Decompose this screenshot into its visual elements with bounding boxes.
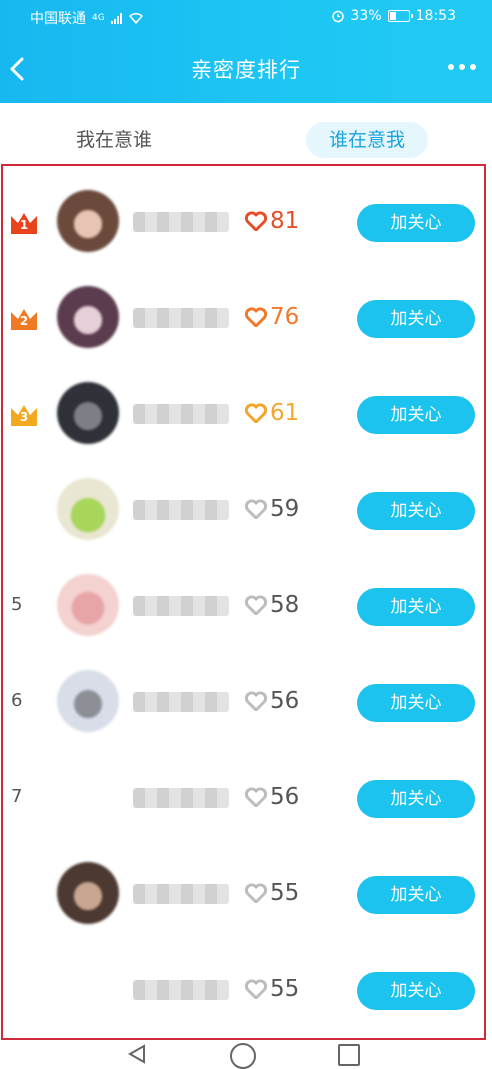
alarm-icon xyxy=(331,10,344,23)
avatar[interactable] xyxy=(57,958,119,1020)
avatar[interactable] xyxy=(57,382,119,444)
heart-icon xyxy=(245,691,267,711)
intimacy-score: 58 xyxy=(245,590,299,620)
signal-icon xyxy=(110,12,122,24)
heart-icon xyxy=(245,307,267,327)
score-value: 81 xyxy=(270,208,300,234)
blurred-nickname xyxy=(133,788,229,808)
heart-icon xyxy=(245,211,267,231)
list-item: 2 76 加关心 xyxy=(3,272,485,368)
more-button[interactable] xyxy=(442,52,482,82)
rank-number: 2 xyxy=(19,314,29,328)
heart-icon xyxy=(245,883,267,903)
blurred-nickname xyxy=(133,884,229,904)
tab-who-cares-me[interactable]: 谁在意我 xyxy=(306,122,428,158)
blurred-nickname xyxy=(133,212,229,232)
avatar[interactable] xyxy=(57,286,119,348)
score-value: 56 xyxy=(270,784,300,810)
list-item: 55 加关心 xyxy=(3,944,485,1040)
score-value: 55 xyxy=(270,976,300,1002)
intimacy-score: 56 xyxy=(245,782,299,812)
header: 亲密度排行 xyxy=(0,34,492,103)
score-value: 58 xyxy=(270,592,300,618)
status-right: 33% 18:53 xyxy=(331,8,456,24)
score-value: 55 xyxy=(270,880,300,906)
avatar[interactable] xyxy=(57,478,119,540)
intimacy-list: 1 81 加关心 2 76 加关心 3 61 加关心 59 加关心 5 58 加关心 6 56 加关心 7 56 加关… xyxy=(3,176,485,1040)
blurred-nickname xyxy=(133,308,229,328)
list-item: 3 61 加关心 xyxy=(3,368,485,464)
avatar[interactable] xyxy=(57,862,119,924)
avatar[interactable] xyxy=(57,574,119,636)
avatar[interactable] xyxy=(57,670,119,732)
list-item: 55 加关心 xyxy=(3,848,485,944)
add-care-button[interactable]: 加关心 xyxy=(357,972,475,1010)
rank-crown-icon: 3 xyxy=(9,402,39,428)
add-care-button[interactable]: 加关心 xyxy=(357,396,475,434)
blurred-nickname xyxy=(133,596,229,616)
intimacy-score: 56 xyxy=(245,686,299,716)
score-value: 76 xyxy=(270,304,300,330)
network-label: 4G xyxy=(92,13,105,23)
add-care-button[interactable]: 加关心 xyxy=(357,684,475,722)
list-item: 59 加关心 xyxy=(3,464,485,560)
battery-icon xyxy=(387,10,413,22)
list-item: 6 56 加关心 xyxy=(3,656,485,752)
intimacy-score: 59 xyxy=(245,494,299,524)
blurred-nickname xyxy=(133,692,229,712)
nav-back-icon[interactable] xyxy=(126,1044,148,1064)
more-dots-icon xyxy=(448,64,454,70)
blurred-nickname xyxy=(133,404,229,424)
blurred-nickname xyxy=(133,980,229,1000)
clock: 18:53 xyxy=(415,8,456,24)
rank-crown-icon: 2 xyxy=(9,306,39,332)
status-bar: 中国联通 4G 33% 18:53 xyxy=(0,0,492,34)
add-care-button[interactable]: 加关心 xyxy=(357,876,475,914)
intimacy-score: 61 xyxy=(245,398,299,428)
rank-number xyxy=(11,498,43,522)
intimacy-score: 55 xyxy=(245,878,299,908)
page-title: 亲密度排行 xyxy=(191,58,301,82)
score-value: 61 xyxy=(270,400,300,426)
score-value: 59 xyxy=(270,496,300,522)
list-item: 1 81 加关心 xyxy=(3,176,485,272)
system-nav-bar xyxy=(0,1040,492,1069)
blurred-nickname xyxy=(133,500,229,520)
heart-icon xyxy=(245,499,267,519)
intimacy-score: 76 xyxy=(245,302,299,332)
tab-bar: 我在意谁 谁在意我 xyxy=(0,118,492,162)
wifi-icon xyxy=(128,12,143,24)
rank-number: 6 xyxy=(11,690,23,711)
tab-who-i-care[interactable]: 我在意谁 xyxy=(76,122,152,158)
heart-icon xyxy=(245,595,267,615)
heart-icon xyxy=(245,403,267,423)
battery-percent: 33% xyxy=(350,8,382,24)
list-item: 7 56 加关心 xyxy=(3,752,485,848)
add-care-button[interactable]: 加关心 xyxy=(357,204,475,242)
rank-crown-icon: 1 xyxy=(9,210,39,236)
rank-number: 5 xyxy=(11,594,23,615)
status-left: 中国联通 4G xyxy=(30,8,144,28)
score-value: 56 xyxy=(270,688,300,714)
add-care-button[interactable]: 加关心 xyxy=(357,492,475,530)
rank-number xyxy=(11,882,43,906)
nav-home-icon[interactable] xyxy=(230,1043,256,1069)
heart-icon xyxy=(245,787,267,807)
add-care-button[interactable]: 加关心 xyxy=(357,588,475,626)
carrier-label: 中国联通 xyxy=(30,11,86,27)
nav-recent-icon[interactable] xyxy=(338,1044,360,1066)
rank-number: 7 xyxy=(11,786,23,807)
add-care-button[interactable]: 加关心 xyxy=(357,300,475,338)
intimacy-score: 55 xyxy=(245,974,299,1004)
heart-icon xyxy=(245,979,267,999)
intimacy-score: 81 xyxy=(245,206,299,236)
avatar[interactable] xyxy=(57,190,119,252)
add-care-button[interactable]: 加关心 xyxy=(357,780,475,818)
list-item: 5 58 加关心 xyxy=(3,560,485,656)
avatar[interactable] xyxy=(57,766,119,828)
rank-number: 1 xyxy=(19,218,29,232)
rank-number: 3 xyxy=(19,410,29,424)
rank-number xyxy=(11,978,43,1002)
